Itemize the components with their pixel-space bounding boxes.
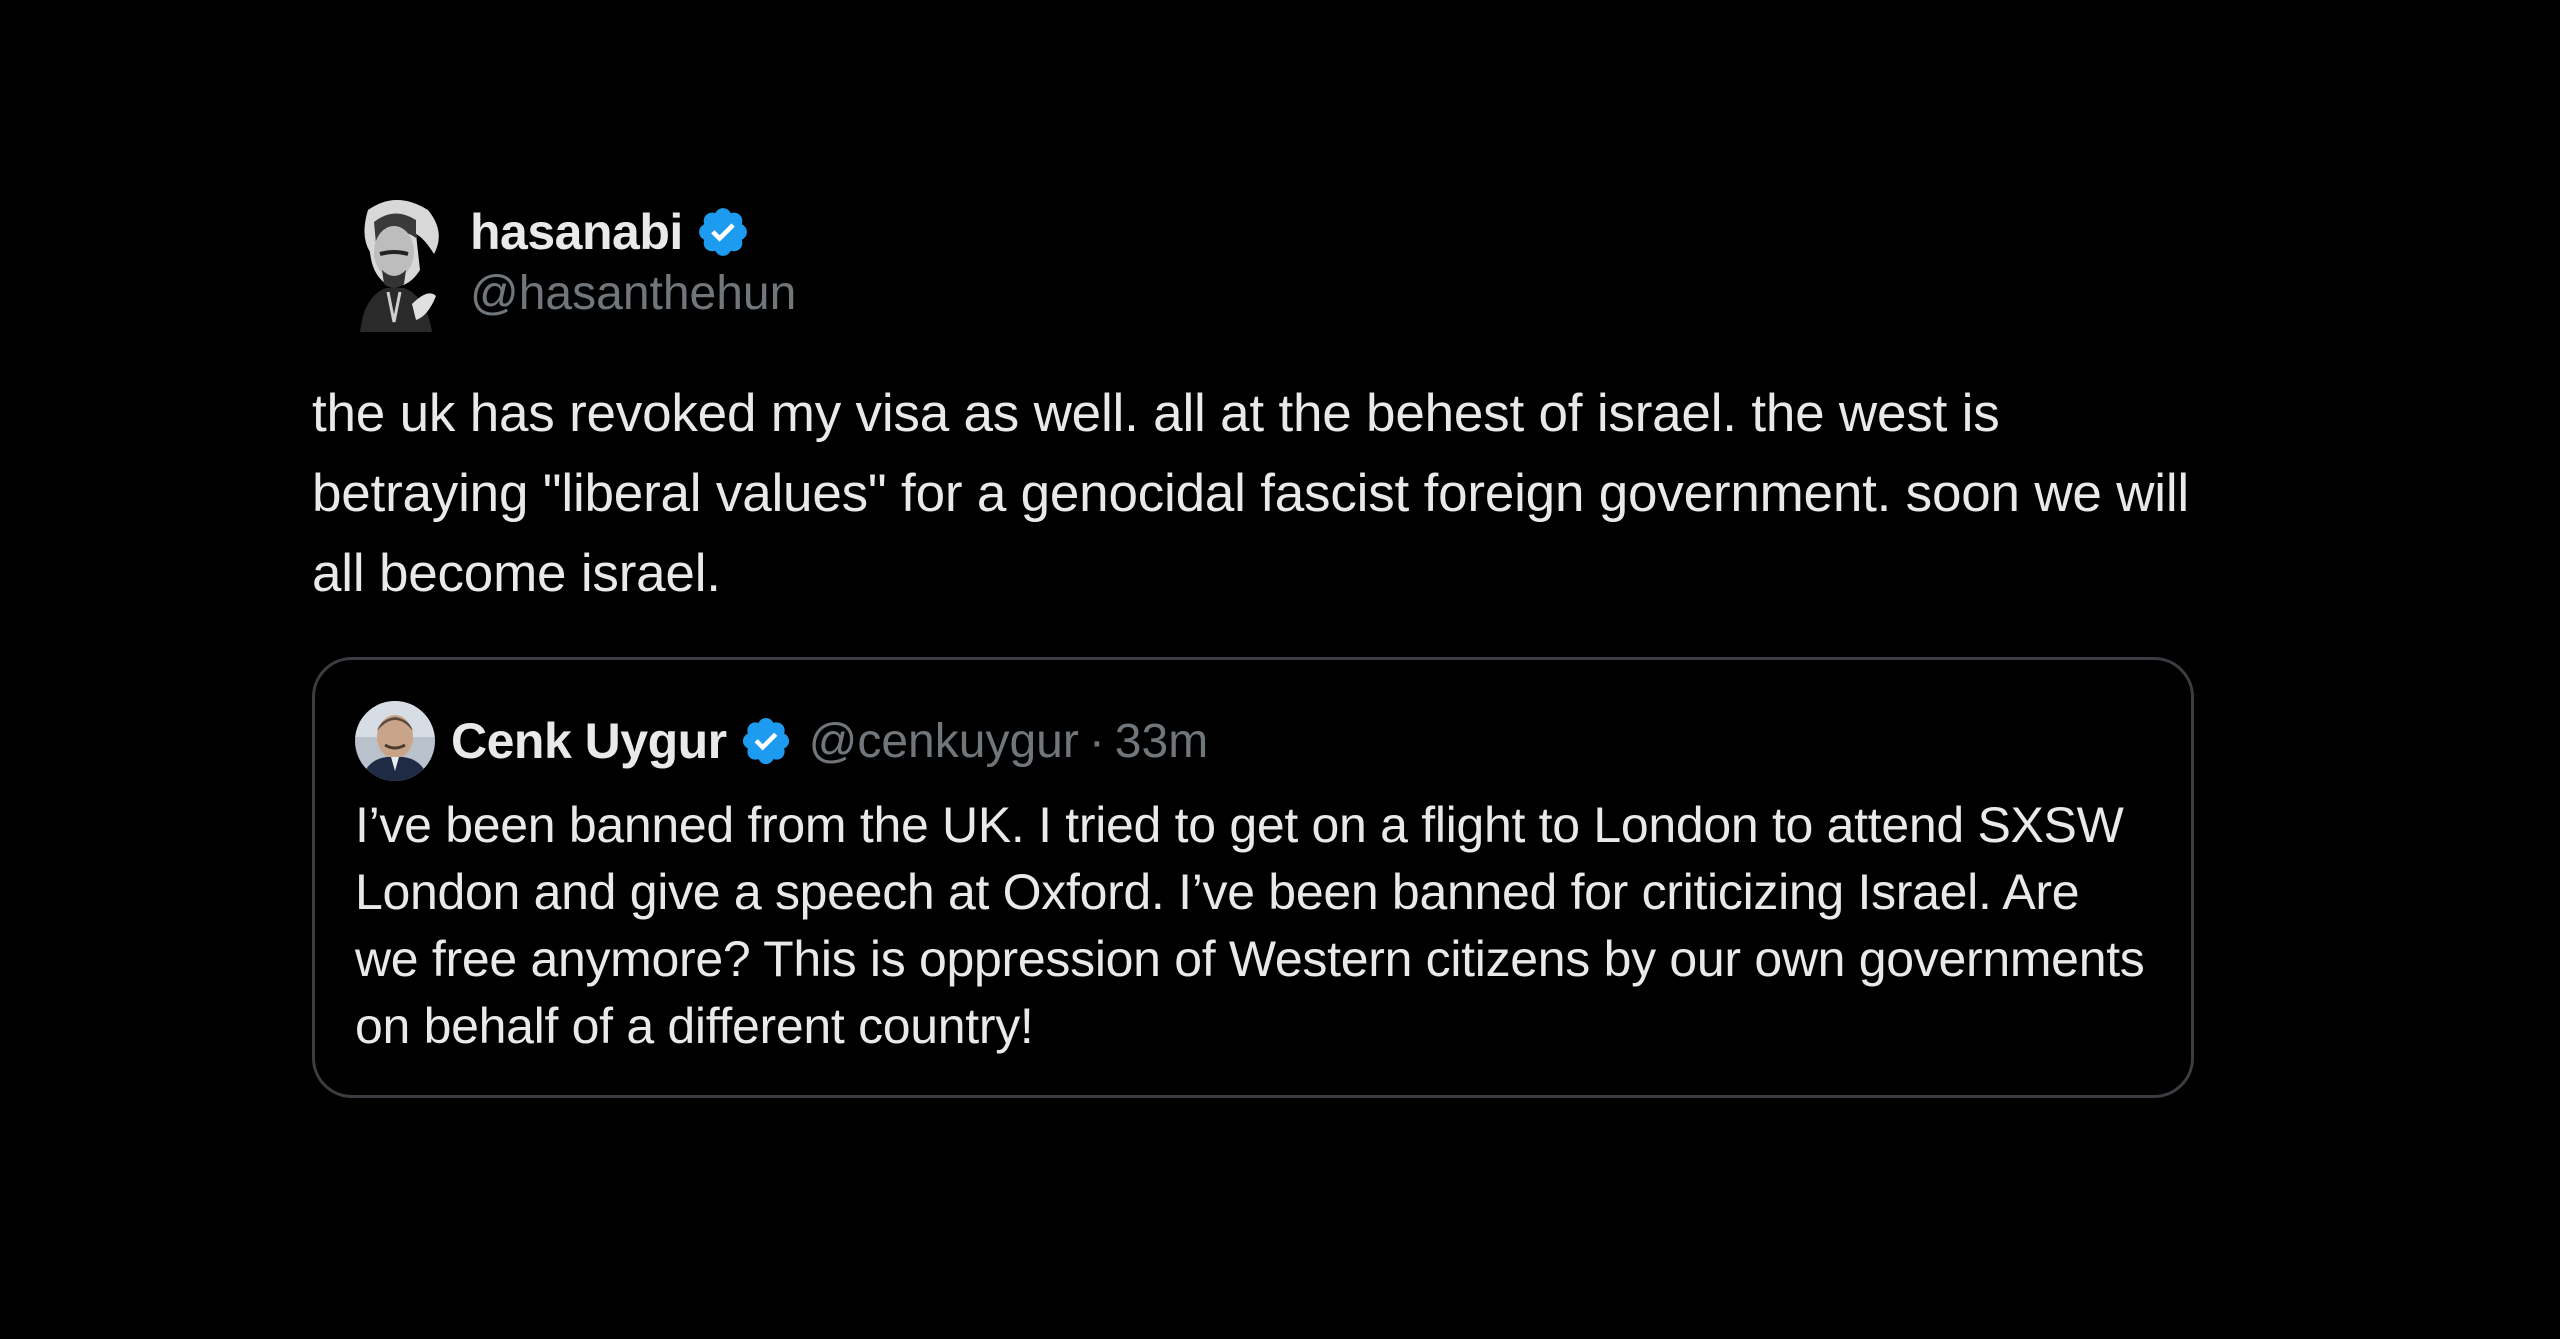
tweet: hasanabi @hasanthehun the uk has revoked…: [312, 192, 2196, 614]
verified-badge-icon: [695, 204, 751, 260]
quoted-tweet-text: I’ve been banned from the UK. I tried to…: [355, 797, 2145, 1054]
tweet-author-row: hasanabi @hasanthehun: [312, 192, 2196, 340]
display-name[interactable]: hasanabi: [470, 203, 683, 261]
quoted-tweet-header: Cenk Uygur @cenkuygur · 33m: [355, 700, 2151, 782]
display-name-row: hasanabi: [470, 200, 796, 264]
separator-dot: ·: [1088, 714, 1105, 768]
author-names: hasanabi @hasanthehun: [470, 192, 796, 321]
verified-badge-icon: [739, 714, 793, 768]
handle[interactable]: @hasanthehun: [470, 266, 796, 321]
quoted-timestamp[interactable]: 33m: [1115, 714, 1208, 769]
quoted-tweet[interactable]: Cenk Uygur @cenkuygur · 33m I’ve been ba…: [312, 657, 2194, 1098]
avatar-cenkuygur-icon[interactable]: [355, 701, 435, 781]
quoted-handle[interactable]: @cenkuygur: [809, 714, 1079, 769]
avatar-hasanabi-icon[interactable]: [346, 192, 444, 332]
quoted-display-name[interactable]: Cenk Uygur: [451, 712, 727, 770]
tweet-text: the uk has revoked my visa as well. all …: [312, 384, 2190, 603]
